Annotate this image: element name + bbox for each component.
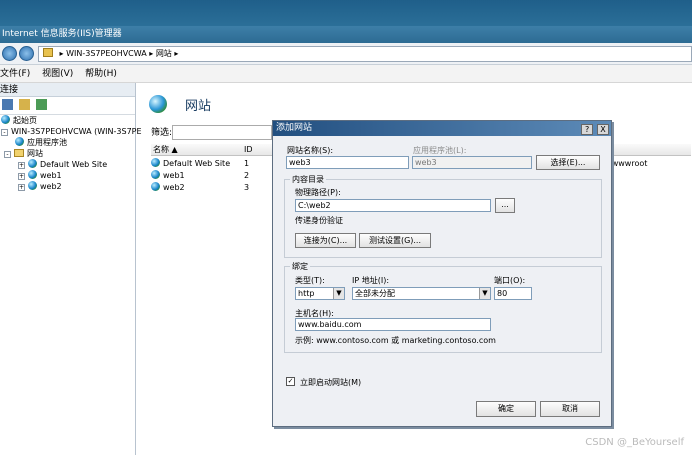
connections-toolbar [0, 97, 135, 115]
site-name-label: 网站名称(S): [287, 146, 334, 155]
filter-input[interactable] [172, 125, 272, 140]
ip-address-label: IP 地址(I): [352, 276, 390, 285]
menu-help[interactable]: 帮助(H) [85, 69, 117, 79]
page-title: 网站 [185, 99, 212, 114]
window-title: Internet 信息服务(IIS)管理器 [0, 26, 692, 43]
example-text: 示例: www.contoso.com 或 marketing.contoso.… [295, 336, 496, 345]
site-icon [28, 159, 37, 168]
host-name-input[interactable]: www.baidu.com [295, 318, 491, 331]
filter-label: 筛选: [151, 128, 173, 138]
content-directory-label: 内容目录 [290, 174, 326, 185]
ok-button[interactable]: 确定 [476, 401, 536, 417]
start-immediately-checkbox[interactable]: ✓ [286, 377, 295, 386]
back-button[interactable] [2, 46, 17, 61]
menu-view[interactable]: 视图(V) [42, 69, 73, 79]
tree-site-default[interactable]: + Default Web Site [1, 159, 135, 170]
iis-node-icon [43, 48, 53, 57]
app-pool-label: 应用程序池(L): [413, 146, 467, 155]
tree-sites[interactable]: - 网站 [1, 148, 135, 159]
close-button[interactable]: X [597, 124, 609, 135]
select-app-pool-button[interactable]: 选择(E)... [536, 155, 600, 170]
type-select[interactable]: http ▼ [295, 287, 345, 300]
expand-icon[interactable]: + [18, 184, 25, 191]
connect-icon[interactable] [2, 99, 13, 110]
physical-path-input[interactable]: C:\web2 [295, 199, 491, 212]
desktop-top-band [0, 0, 692, 26]
connections-pane: 连接 起始页 - WIN-3S7PEOHVCWA (WIN-3S7PE 应用程序池… [0, 83, 142, 455]
cancel-button[interactable]: 取消 [540, 401, 600, 417]
binding-label: 绑定 [290, 261, 310, 272]
column-name[interactable]: 名称 ▲ [153, 144, 178, 156]
column-id[interactable]: ID [244, 144, 253, 156]
breadcrumb[interactable]: ▸ WIN-3S7PEOHVCWA ▸ 网站 ▸ [38, 46, 692, 62]
folder-icon[interactable] [18, 99, 30, 110]
type-label: 类型(T): [295, 276, 325, 285]
breadcrumb-separator: ▸ [149, 49, 154, 58]
start-page-icon [1, 115, 10, 124]
tree-server[interactable]: - WIN-3S7PEOHVCWA (WIN-3S7PE [1, 126, 142, 137]
browse-button[interactable]: ... [495, 198, 515, 213]
site-icon [151, 158, 160, 167]
port-input[interactable]: 80 [494, 287, 532, 300]
physical-path-label: 物理路径(P): [295, 188, 341, 197]
watermark: CSDN @_BeYourself [585, 437, 684, 448]
pass-auth-label: 传递身份验证 [295, 216, 343, 225]
site-name-input[interactable]: web3 [286, 156, 409, 169]
start-immediately-label: 立即启动网站(M) [300, 378, 362, 387]
menu-file[interactable]: 文件(F) [0, 69, 30, 79]
add-website-dialog: 添加网站 ? X 网站名称(S): web3 应用程序池(L): web3 选择… [272, 120, 612, 427]
connect-as-button[interactable]: 连接为(C)... [295, 233, 356, 248]
site-icon [28, 181, 37, 190]
dialog-title: 添加网站 [276, 123, 313, 133]
app-pool-input: web3 [412, 156, 532, 169]
collapse-icon[interactable]: - [1, 129, 8, 136]
sites-folder-icon [14, 149, 24, 157]
breadcrumb-separator: ▸ [59, 49, 64, 58]
connections-header: 连接 [0, 83, 135, 97]
breadcrumb-server[interactable]: WIN-3S7PEOHVCWA [66, 49, 147, 58]
breadcrumb-separator: ▸ [174, 49, 179, 58]
menu-bar: 文件(F) 视图(V) 帮助(H) [0, 65, 692, 83]
forward-button[interactable] [19, 46, 34, 61]
breadcrumb-sites[interactable]: 网站 [156, 49, 172, 58]
test-settings-button[interactable]: 测试设置(G)... [359, 233, 431, 248]
expand-icon[interactable]: + [18, 173, 25, 180]
address-bar: ▸ WIN-3S7PEOHVCWA ▸ 网站 ▸ [0, 43, 692, 65]
websites-icon [149, 95, 167, 113]
site-icon [151, 170, 160, 179]
help-button[interactable]: ? [581, 124, 594, 135]
site-icon [28, 170, 37, 179]
chevron-down-icon: ▼ [479, 288, 490, 299]
refresh-icon[interactable] [35, 99, 47, 110]
chevron-down-icon: ▼ [333, 288, 344, 299]
site-icon [151, 182, 160, 191]
app-pool-icon [15, 137, 24, 146]
collapse-icon[interactable]: - [4, 151, 11, 158]
expand-icon[interactable]: + [18, 162, 25, 169]
tree-site-web2[interactable]: + web2 [1, 181, 135, 192]
tree-site-web1[interactable]: + web1 [1, 170, 135, 181]
tree-app-pools[interactable]: 应用程序池 [1, 137, 135, 148]
port-label: 端口(O): [494, 276, 526, 285]
ip-address-select[interactable]: 全部未分配 ▼ [352, 287, 491, 300]
tree-start-page[interactable]: 起始页 [1, 115, 135, 126]
dialog-title-bar[interactable]: 添加网站 ? X [273, 121, 611, 136]
